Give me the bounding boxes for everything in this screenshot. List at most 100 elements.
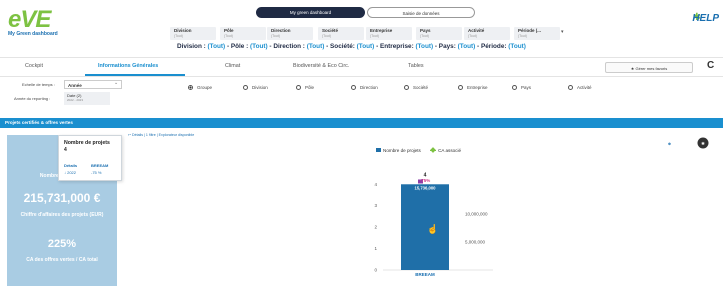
refresh-icon[interactable]: C (707, 60, 714, 71)
chevron-down-icon[interactable]: ⌄ (114, 80, 118, 86)
filter-value: (Tout) (468, 34, 477, 38)
summary-value: (Tout) (457, 43, 476, 50)
radio-groupe[interactable]: Groupe (188, 85, 212, 90)
radio-label: Pays (521, 85, 532, 90)
filter-label: Société (322, 28, 339, 33)
tooltip-col1-value: ↓ 2022 (64, 170, 77, 175)
filter-3[interactable]: Société (Tout) (318, 27, 364, 40)
radio-division[interactable]: Division (243, 85, 268, 90)
tooltip-col2-value: -75 % (91, 170, 102, 175)
filter-2[interactable]: Direction (Tout) (267, 27, 313, 40)
reporting-year-field[interactable]: Date (2) 2022 - 2023 (64, 92, 110, 105)
filter-summary: Division : (Tout) - Pôle : (Tout) - Dire… (177, 43, 526, 50)
legend-item-projects[interactable]: Nombre de projets (383, 148, 421, 153)
filter-expand-chevron-icon[interactable]: ▾ (561, 29, 564, 35)
dashboard-toggle: My green dashboard Saisie de données (256, 7, 475, 18)
y-left-tick-label: 2 (374, 225, 377, 230)
radio-pôle[interactable]: Pôle (296, 85, 314, 90)
tab-biodiversite[interactable]: Biodiversité & Eco Circ. (293, 63, 349, 69)
y-left-tick-label: 1 (374, 246, 377, 251)
summary-value: (Tout) (207, 43, 226, 50)
revenue-label: Chiffre d'affaires des projets (EUR) (20, 212, 104, 218)
bar-breeam (401, 184, 449, 270)
filter-5[interactable]: Pays (Tout) (416, 27, 462, 40)
tab-climat[interactable]: Climat (225, 63, 240, 69)
radio-label: Entreprise (467, 85, 488, 90)
summary-value: (Tout) (508, 43, 526, 50)
tab-tables[interactable]: Tables (408, 63, 424, 69)
y-left-tick-label: 4 (374, 182, 377, 187)
legend-item-ca[interactable]: CA associé (438, 148, 461, 153)
filter-1[interactable]: Pôle (Tout) (220, 27, 266, 40)
summary-key: - Pôle : (225, 43, 251, 50)
y-left-tick-label: 3 (374, 203, 377, 208)
radio-label: Division (252, 85, 268, 90)
radio-entreprise[interactable]: Entreprise (458, 85, 488, 90)
filter-value: (Tout) (174, 34, 183, 38)
y-right-tick-label: 5,000,000 (465, 239, 486, 244)
svg-text:◉: ◉ (701, 141, 705, 146)
reporting-year-label: Année du reporting : (14, 96, 51, 101)
radio-label: Société (413, 85, 429, 90)
filter-value: (Tout) (518, 34, 527, 38)
legend-line-swatch (430, 150, 437, 151)
tooltip-col2-header: BREEAM (91, 163, 109, 168)
data-entry-button[interactable]: Saisie de données (367, 7, 475, 18)
partner-logos: ⊕ ◉ (668, 137, 709, 149)
filter-label: Pôle (224, 28, 234, 33)
filter-value: (Tout) (322, 34, 331, 38)
radio-pays[interactable]: Pays (512, 85, 531, 90)
radio-dot-icon (296, 85, 301, 90)
ratio-label: CA des offres vertes / CA total (26, 257, 98, 263)
radio-dot-icon (351, 85, 356, 90)
radio-société[interactable]: Société (404, 85, 428, 90)
summary-key: - Période: (475, 43, 509, 50)
pointer-cursor-icon: ☝ (427, 223, 438, 235)
tooltip-title: Nombre de projets (64, 140, 110, 146)
summary-key: - Direction : (267, 43, 307, 50)
tab-cockpit[interactable]: Cockpit (25, 63, 43, 69)
filter-4[interactable]: Entreprise (Tout) (366, 27, 412, 40)
filter-label: Pays (420, 28, 431, 33)
y-right-tick-label: 10,000,000 (465, 211, 488, 216)
radio-label: Groupe (197, 85, 213, 90)
filter-0[interactable]: Division (Tout) (170, 27, 216, 40)
help-button[interactable]: HELP (692, 13, 719, 24)
bar-change-label: -75% (420, 178, 431, 183)
filter-label: Direction (271, 28, 291, 33)
radio-dot-icon (404, 85, 409, 90)
ca-value-label: 15,736,000 (415, 185, 437, 190)
summary-value: (Tout) (356, 43, 375, 50)
radio-activité[interactable]: Activité (568, 85, 592, 90)
summary-value: (Tout) (415, 43, 434, 50)
chart-legend: Nombre de projets CA associé (376, 148, 461, 153)
filter-6[interactable]: Activité (Tout) (464, 27, 510, 40)
y-left-tick-label: 0 (374, 268, 377, 273)
manage-favorites-button[interactable]: ★ Gérer mes favoris (605, 62, 693, 73)
radio-dot-icon (188, 85, 193, 90)
radio-direction[interactable]: Direction (351, 85, 378, 90)
radio-dot-icon (243, 85, 248, 90)
summary-key: - Pays: (433, 43, 458, 50)
filter-label: Activité (468, 28, 485, 33)
radio-label: Activité (577, 85, 592, 90)
filter-label: Division (174, 28, 192, 33)
eve-logo: eVE (8, 6, 51, 33)
tab-informations-generales[interactable]: Informations Générales (98, 63, 158, 69)
radio-dot-icon (458, 85, 463, 90)
revenue-value: 215,731,000 € (23, 191, 101, 205)
summary-key: Division : (177, 43, 208, 50)
ratio-value: 225% (47, 238, 77, 250)
section-title: Projets certifiés & offres vertes (0, 118, 723, 128)
projects-chart: 012345,000,00010,000,0004-75%15,736,000B… (374, 172, 493, 277)
manage-favorites-label: Gérer mes favoris (635, 66, 668, 71)
tooltip-col1-header: Détails (64, 163, 78, 168)
summary-key: - Société: (324, 43, 357, 50)
radio-label: Pôle (305, 85, 315, 90)
filter-label: Entreprise (370, 28, 393, 33)
details-link[interactable]: ↩ Détails | 1 filtre | Explorateur dispo… (128, 133, 194, 137)
radio-dot-icon (512, 85, 517, 90)
my-green-dashboard-button[interactable]: My green dashboard (256, 7, 365, 18)
filter-7[interactable]: Période (... (Tout) (514, 27, 560, 40)
filter-label: Période (... (518, 28, 542, 33)
